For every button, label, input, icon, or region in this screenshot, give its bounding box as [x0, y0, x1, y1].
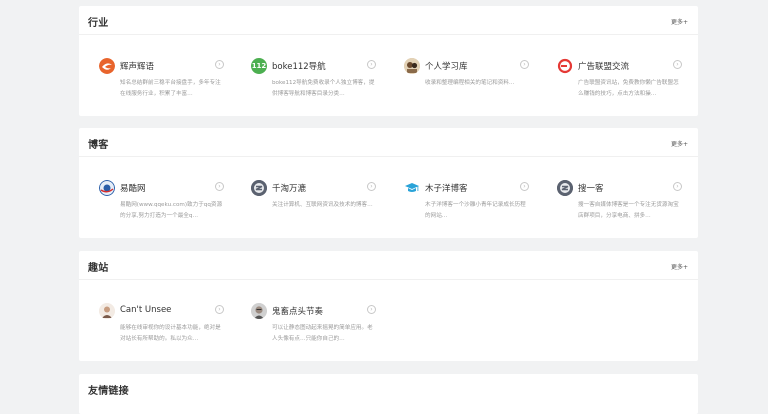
site-description: 收录和整理编程相关的笔记和资料…: [425, 80, 515, 86]
section-card-industry: 行业 更多+ 辉声辉语 › 知名总结群前三稳平台接盘手，多年专注在线服务行业，积…: [79, 6, 698, 116]
green-112-logo-icon: 112: [251, 58, 267, 74]
site-name: 搜一客: [578, 184, 604, 194]
site-card-muziyang[interactable]: 木子洋博客 › 木子洋博客一个沙雕小青年记录成长历程的网站…: [404, 180, 529, 230]
site-card-cant-unsee[interactable]: Can't Unsee › 能够在线审视你的设计基本功能，绝对是对站长有所帮助的…: [99, 303, 224, 353]
section-title: 博客: [88, 140, 109, 151]
chevron-right-icon[interactable]: ›: [215, 60, 224, 69]
section-header: 友情链接: [79, 374, 698, 402]
avatar-logo-icon: [404, 58, 420, 74]
site-card-huisheng[interactable]: 辉声辉语 › 知名总结群前三稳平台接盘手，多年专注在线服务行业，积累了丰富…: [99, 58, 224, 108]
site-card-souyike[interactable]: 搜一客 › 搜一客自媒体博客是一个专注无货源淘宝店群项目，分享电商、拼多…: [557, 180, 682, 230]
blue-globe-logo-icon: [99, 180, 115, 196]
site-description: boke112导航免费收录个人独立博客，提供博客导航和博客目录分类…: [272, 80, 375, 97]
more-link[interactable]: 更多+: [671, 262, 688, 271]
graduation-cap-logo-icon: [404, 180, 420, 196]
gray-placeholder-logo-icon: [251, 180, 267, 196]
site-card-qiantao[interactable]: 千淘万漉 › 关注计算机、互联网资讯及技术的博客…: [251, 180, 376, 230]
site-name: 木子洋博客: [425, 184, 468, 194]
chevron-right-icon[interactable]: ›: [215, 305, 224, 314]
chevron-right-icon[interactable]: ›: [215, 182, 224, 191]
orange-swirl-logo-icon: [99, 58, 115, 74]
site-name: 鬼畜点头节奏: [272, 307, 324, 317]
gray-placeholder-logo-icon: [557, 180, 573, 196]
site-name: 个人学习库: [425, 62, 468, 72]
person-avatar-logo-icon: [99, 303, 115, 319]
site-description: 搜一客自媒体博客是一个专注无货源淘宝店群项目，分享电商、拼多…: [578, 202, 679, 219]
site-card-qqeku[interactable]: 易酷网 › 易酷网(www.qqeku.com)致力于qq资源的分享,努力打造为…: [99, 180, 224, 230]
section-header: 博客 更多+: [79, 128, 698, 157]
red-ring-logo-icon: [557, 58, 573, 74]
chevron-right-icon[interactable]: ›: [367, 60, 376, 69]
chevron-right-icon[interactable]: ›: [673, 60, 682, 69]
site-name: boke112导航: [272, 62, 326, 72]
site-name: 辉声辉语: [120, 62, 155, 72]
site-description: 关注计算机、互联网资讯及技术的博客…: [272, 202, 373, 208]
site-card-personal-library[interactable]: 个人学习库 › 收录和整理编程相关的笔记和资料…: [404, 58, 529, 108]
section-title: 行业: [88, 18, 109, 29]
section-title: 趣站: [88, 263, 109, 274]
chevron-right-icon[interactable]: ›: [520, 182, 529, 191]
site-description: 能够在线审视你的设计基本功能，绝对是对站长有所帮助的。私以为众…: [120, 325, 221, 342]
more-link[interactable]: 更多+: [671, 17, 688, 26]
section-card-fun-sites: 趣站 更多+ Can't Unsee › 能够在线审视你的设计基本功能，绝对是对…: [79, 251, 698, 361]
old-man-avatar-logo-icon: [251, 303, 267, 319]
site-description: 知名总结群前三稳平台接盘手，多年专注在线服务行业，积累了丰富…: [120, 80, 221, 97]
section-card-blog: 博客 更多+ 易酷网 › 易酷网(www.qqeku.com)致力于qq资源的分…: [79, 128, 698, 238]
site-card-ad-alliance[interactable]: 广告联盟交流 › 广告联盟资讯站，免费教你懒广告联盟怎么赚钱的技巧，点击方法和操…: [557, 58, 682, 108]
site-card-guichu[interactable]: 鬼畜点头节奏 › 可以让静态图动起来摇晃的简单应用。老人头像有点…只能你自己的…: [251, 303, 376, 353]
chevron-right-icon[interactable]: ›: [367, 305, 376, 314]
site-name: Can't Unsee: [120, 305, 172, 315]
more-link[interactable]: 更多+: [671, 139, 688, 148]
chevron-right-icon[interactable]: ›: [367, 182, 376, 191]
site-name: 广告联盟交流: [578, 62, 630, 72]
section-header: 行业 更多+: [79, 6, 698, 35]
site-name: 千淘万漉: [272, 184, 307, 194]
site-description: 易酷网(www.qqeku.com)致力于qq资源的分享,努力打造为一个最全q…: [120, 202, 223, 219]
section-header: 趣站 更多+: [79, 251, 698, 280]
site-card-boke112[interactable]: 112 boke112导航 › boke112导航免费收录个人独立博客，提供博客…: [251, 58, 376, 108]
site-description: 可以让静态图动起来摇晃的简单应用。老人头像有点…只能你自己的…: [272, 325, 373, 342]
section-card-friend-links: 友情链接: [79, 374, 698, 414]
site-description: 木子洋博客一个沙雕小青年记录成长历程的网站…: [425, 202, 526, 219]
section-title: 友情链接: [88, 386, 129, 397]
chevron-right-icon[interactable]: ›: [673, 182, 682, 191]
site-description: 广告联盟资讯站，免费教你懒广告联盟怎么赚钱的技巧，点击方法和操…: [578, 80, 679, 97]
chevron-right-icon[interactable]: ›: [520, 60, 529, 69]
site-name: 易酷网: [120, 184, 146, 194]
